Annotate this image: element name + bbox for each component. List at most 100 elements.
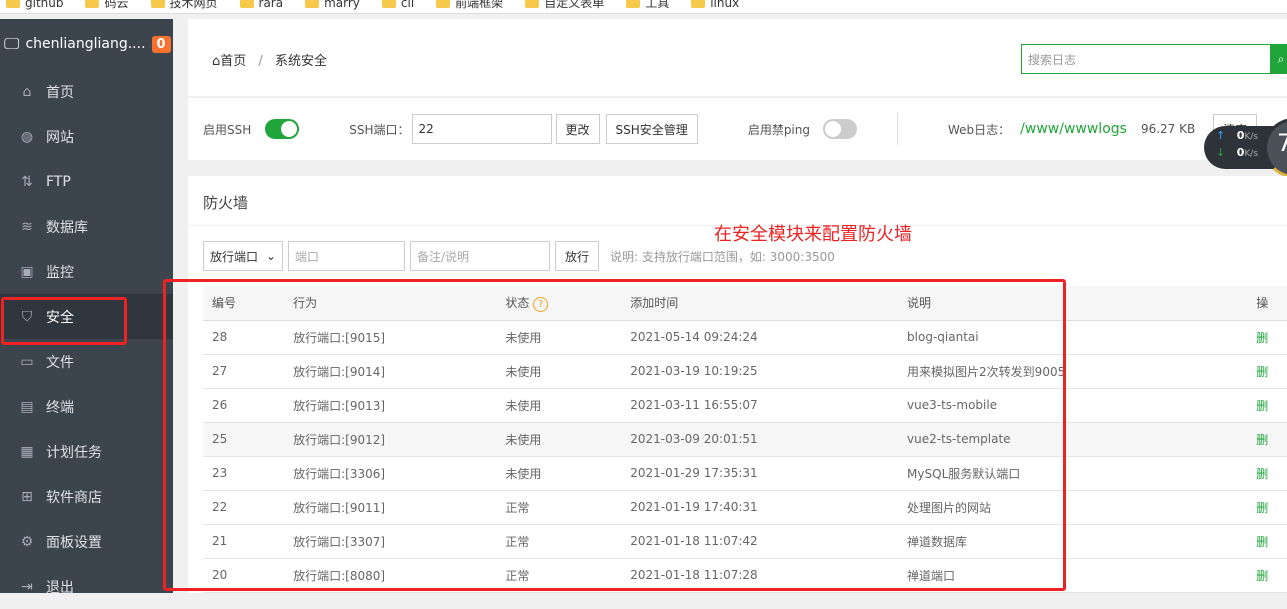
- folder-icon: [525, 0, 540, 8]
- delete-link[interactable]: 删: [1247, 456, 1287, 491]
- monitor-icon: ▣: [20, 263, 34, 280]
- header-bar: ⌂首页 / 系统安全 搜索日志 ⌕: [188, 19, 1287, 96]
- bookmark[interactable]: rara: [239, 0, 284, 13]
- sidebar-item[interactable]: ⇥ 退出: [0, 564, 173, 609]
- sidebar-item-label: 网站: [46, 129, 74, 146]
- bookmark[interactable]: cli: [381, 0, 414, 13]
- highlight-box-security: [1, 297, 127, 345]
- bookmark-label: marry: [324, 0, 360, 10]
- database-icon: ≋: [21, 218, 33, 235]
- breadcrumb-home[interactable]: 首页: [220, 54, 246, 69]
- allow-button[interactable]: 放行: [555, 241, 600, 271]
- sidebar-item-label: 终端: [46, 399, 74, 416]
- weblog-path-link[interactable]: /www/wwwlogs: [1020, 121, 1127, 137]
- upload-unit: K/s: [1244, 132, 1258, 142]
- action-select-value: 放行端口: [210, 249, 259, 264]
- note-input[interactable]: 备注/说明: [410, 241, 550, 271]
- bookmark-label: github: [25, 0, 64, 10]
- bookmark-label: 码云: [104, 0, 129, 10]
- sidebar-item-label: FTP: [46, 173, 71, 190]
- bookmark[interactable]: github: [6, 0, 63, 13]
- search-icon[interactable]: ⌕: [1271, 44, 1287, 74]
- folder-icon: [6, 0, 20, 8]
- bookmark-label: 前端框架: [455, 0, 504, 10]
- firewall-title: 防火墙: [188, 176, 1287, 226]
- sidebar-item-label: 面板设置: [46, 534, 102, 551]
- sidebar-item-label: 退出: [46, 579, 74, 596]
- folder-icon: [626, 0, 641, 8]
- upload-icon: ↑: [1216, 129, 1226, 142]
- bookmark-label: 技术网页: [169, 0, 218, 10]
- sidebar-item-label: 首页: [46, 84, 74, 101]
- delete-link[interactable]: 删: [1247, 422, 1287, 457]
- monitor-icon: 🖵: [4, 34, 20, 53]
- delete-link[interactable]: 删: [1247, 354, 1287, 389]
- gear-icon: ⚙: [20, 533, 34, 550]
- sidebar-item[interactable]: ▣ 监控: [0, 249, 173, 294]
- column-header: 操: [1247, 286, 1287, 321]
- bookmark-label: linux: [710, 0, 740, 10]
- logout-icon: ⇥: [21, 578, 33, 595]
- breadcrumb-current: 系统安全: [274, 54, 327, 69]
- bookmark[interactable]: linux: [691, 0, 739, 13]
- folder-icon: [150, 0, 165, 8]
- folder-icon: [305, 0, 320, 8]
- sidebar-item[interactable]: ⚙ 面板设置: [0, 519, 173, 564]
- bookmark[interactable]: 前端框架: [436, 0, 503, 13]
- action-select[interactable]: 放行端口 ⌄: [203, 241, 283, 271]
- sidebar-item-label: 文件: [46, 354, 74, 371]
- search-log-input[interactable]: 搜索日志: [1021, 44, 1271, 74]
- folder-icon: [691, 0, 706, 8]
- delete-link[interactable]: 删: [1247, 388, 1287, 423]
- globe-icon: ◍: [20, 128, 34, 145]
- bookmarks-bar: github 码云 技术网页 rara marry cli 前端框架 自定义表单 工具 linux: [0, 0, 1287, 14]
- folder-icon: [381, 0, 396, 8]
- ssh-manage-button[interactable]: SSH安全管理: [605, 114, 698, 144]
- port-input[interactable]: 端口: [288, 241, 405, 271]
- ssh-port-input[interactable]: 22: [411, 114, 552, 144]
- sidebar-item[interactable]: ⇅ FTP: [0, 159, 173, 204]
- sidebar-item[interactable]: ◍ 网站: [0, 114, 173, 159]
- change-port-button[interactable]: 更改: [555, 114, 600, 144]
- folder-icon: [239, 0, 254, 8]
- bookmark[interactable]: 技术网页: [150, 0, 218, 13]
- sidebar-item-label: 监控: [46, 264, 74, 281]
- bookmark[interactable]: 码云: [85, 0, 129, 13]
- ssh-settings-bar: 启用SSH SSH端口： 22 更改 SSH安全管理 启用禁ping Web日志…: [188, 98, 1287, 160]
- bookmark-label: rara: [258, 0, 284, 10]
- bookmark[interactable]: marry: [305, 0, 360, 13]
- ssh-label: 启用SSH: [203, 122, 252, 137]
- sidebar-item-label: 计划任务: [46, 444, 102, 461]
- host-label: chenliangliang....: [25, 36, 146, 52]
- terminal-icon: ▤: [20, 398, 34, 415]
- delete-link[interactable]: 删: [1247, 558, 1287, 593]
- sidebar-item[interactable]: ▤ 终端: [0, 384, 173, 429]
- folder-icon: [85, 0, 100, 8]
- folder-icon: [436, 0, 451, 8]
- breadcrumb: ⌂首页 / 系统安全: [212, 50, 327, 69]
- grid-icon: ⊞: [21, 488, 33, 505]
- bookmark[interactable]: 工具: [626, 0, 669, 13]
- sidebar-item[interactable]: ≋ 数据库: [0, 204, 173, 249]
- bookmark[interactable]: 自定义表单: [525, 0, 604, 13]
- sidebar-item-label: 数据库: [46, 219, 88, 236]
- sidebar-item[interactable]: ▭ 文件: [0, 339, 173, 384]
- bookmark-label: 自定义表单: [544, 0, 605, 10]
- sidebar-item[interactable]: ⊞ 软件商店: [0, 474, 173, 519]
- ping-toggle[interactable]: [823, 119, 857, 139]
- breadcrumb-separator: /: [258, 54, 263, 69]
- download-unit: K/s: [1244, 149, 1258, 159]
- delete-link[interactable]: 删: [1247, 490, 1287, 525]
- home-icon: ⌂: [22, 83, 32, 100]
- host-name[interactable]: 🖵 chenliangliang.... 0: [0, 19, 173, 69]
- sidebar-item[interactable]: ▦ 计划任务: [0, 429, 173, 474]
- highlight-box-table: [163, 279, 1066, 591]
- bookmark-label: 工具: [645, 0, 670, 10]
- ssh-toggle[interactable]: [265, 119, 300, 139]
- delete-link[interactable]: 删: [1247, 524, 1287, 559]
- notification-badge[interactable]: 0: [151, 35, 171, 53]
- sidebar-item-label: 软件商店: [46, 489, 102, 506]
- ftp-icon: ⇅: [21, 173, 33, 190]
- sidebar-item[interactable]: ⌂ 首页: [0, 69, 173, 114]
- delete-link[interactable]: 删: [1247, 320, 1287, 355]
